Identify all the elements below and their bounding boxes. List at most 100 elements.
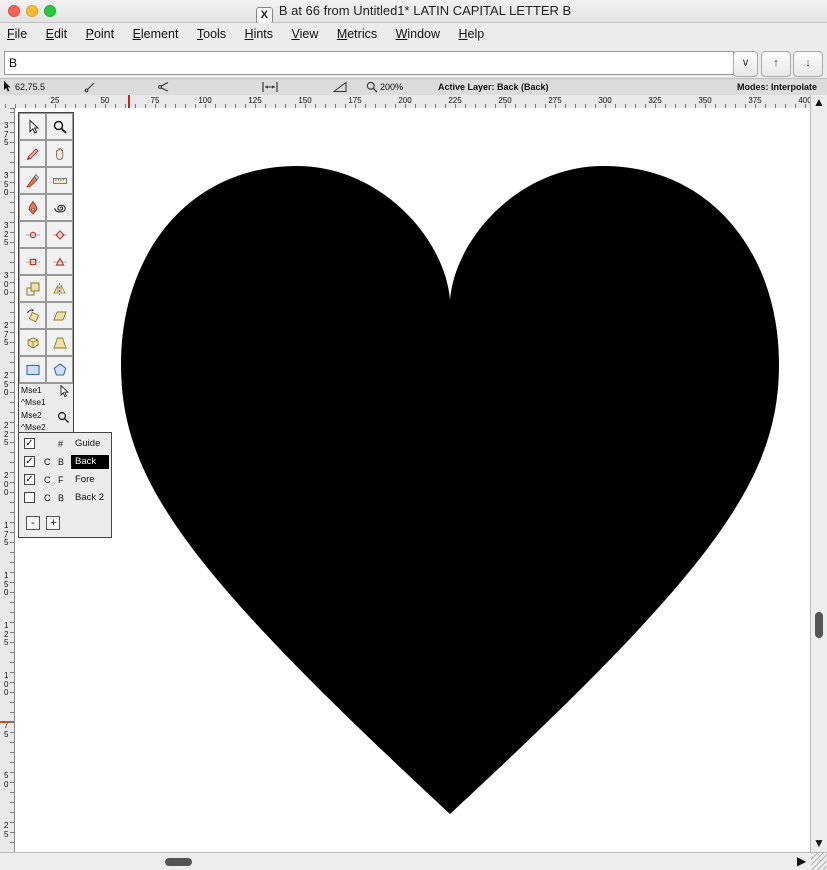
ruler-label: 25 (50, 96, 60, 105)
vertical-scrollbar[interactable]: ▲ ▼ (810, 95, 827, 852)
layer-add-remove-buttons: - + (26, 513, 111, 531)
scroll-hand-tool-button[interactable] (46, 140, 73, 167)
add-corner-point-button[interactable] (19, 248, 46, 275)
pen-tool-button[interactable] (19, 194, 46, 221)
layer-type-letter: C (44, 457, 51, 467)
active-layer-label: Active Layer: Back (Back) (438, 82, 549, 92)
horizontal-scrollbar[interactable]: ▶ (0, 852, 827, 870)
ruler-label: 100 (198, 96, 212, 105)
layer-visibility-checkbox[interactable]: ✓ (24, 438, 35, 449)
ruler-label: 375 (748, 96, 762, 105)
ruler-label: 125 (248, 96, 262, 105)
menu-tools[interactable]: Tools (190, 23, 233, 41)
add-hvcurve-point-button[interactable] (46, 221, 73, 248)
previous-glyph-button[interactable]: ↑ (761, 51, 791, 77)
freehand-tool-button[interactable] (19, 140, 46, 167)
next-glyph-button[interactable]: ↓ (793, 51, 823, 77)
magnify-tool-button[interactable] (46, 113, 73, 140)
hvcurve-point-icon (52, 229, 67, 240)
cursor-position-icon (4, 81, 11, 92)
add-tangent-point-button[interactable] (46, 248, 73, 275)
cursor-coordinates: 62,75.5 (15, 82, 46, 92)
layer-visibility-checkbox[interactable]: ✓ (24, 474, 35, 485)
ruler-label: 125 (4, 621, 9, 647)
layer-row-guide: ✓ # Guide (19, 436, 111, 454)
menu-file[interactable]: File (0, 23, 34, 41)
ruler-label: 100 (4, 671, 9, 697)
curve-point-icon (25, 231, 40, 238)
glyph-text-input[interactable] (4, 51, 734, 75)
zoom-level: 200% (380, 82, 404, 92)
skew-tool-button[interactable] (46, 302, 73, 329)
menu-element[interactable]: Element (126, 23, 186, 41)
ruler-label: 250 (498, 96, 512, 105)
pentagon-icon (53, 362, 66, 376)
vertical-ruler: 375 350 325 300 275 250 225 200 175 150 … (0, 108, 15, 852)
remove-layer-button[interactable]: - (26, 516, 40, 530)
layer-name-back2[interactable]: Back 2 (71, 491, 108, 505)
mouse-binding-mse2: Mse2 (21, 410, 42, 420)
heart-glyph-shape[interactable] (121, 166, 779, 814)
layer-type-letter: C (44, 475, 51, 485)
minimize-window-button[interactable] (26, 5, 38, 17)
spiro-tool-button[interactable] (46, 194, 73, 221)
maximize-window-button[interactable] (44, 5, 56, 17)
layer-visibility-checkbox[interactable] (24, 492, 35, 503)
scroll-right-arrow-icon[interactable]: ▶ (797, 854, 806, 868)
ruler-label: 275 (548, 96, 562, 105)
scroll-up-arrow-icon[interactable]: ▲ (813, 95, 825, 109)
glyph-canvas[interactable] (15, 108, 810, 852)
rectangle-ellipse-tool-button[interactable] (19, 356, 46, 383)
add-layer-button[interactable]: + (46, 516, 61, 530)
menu-hints[interactable]: Hints (238, 23, 280, 41)
ruler-label: 25 (4, 821, 9, 839)
perspective-tool-button[interactable] (46, 329, 73, 356)
knife-tool-button[interactable] (19, 167, 46, 194)
spiral-icon (53, 204, 66, 213)
menu-help[interactable]: Help (452, 23, 492, 41)
vertical-scroll-thumb[interactable] (815, 612, 823, 638)
add-curve-point-button[interactable] (19, 221, 46, 248)
rotate-tool-button[interactable] (19, 302, 46, 329)
ruler-label: 325 (4, 221, 9, 247)
layer-visibility-checkbox[interactable]: ✓ (24, 456, 35, 467)
flip-tool-button[interactable] (46, 275, 73, 302)
ruler-label: 175 (348, 96, 362, 105)
horizontal-ruler: 25 50 75 100 125 150 175 200 225 250 275… (0, 95, 810, 109)
ruler-label: 250 (4, 371, 9, 397)
magnify-icon (57, 411, 69, 423)
scale-icon (26, 282, 39, 295)
fontforge-glyph-window: X B at 66 from Untitled1* LATIN CAPITAL L… (0, 0, 827, 870)
pointer-icon (60, 385, 69, 398)
close-window-button[interactable] (8, 5, 20, 17)
pointer-tool-button[interactable] (19, 113, 46, 140)
scroll-down-arrow-icon[interactable]: ▼ (813, 836, 825, 850)
menu-point[interactable]: Point (79, 23, 122, 41)
ruler-tool-button[interactable] (46, 167, 73, 194)
ruler-label: 300 (598, 96, 612, 105)
ruler-label: 350 (698, 96, 712, 105)
tangent-point-icon (52, 256, 67, 266)
menu-bar: File Edit Point Element Tools Hints View… (0, 23, 827, 46)
menu-edit[interactable]: Edit (39, 23, 75, 41)
glyph-history-dropdown-button[interactable]: ∨ (733, 51, 758, 77)
rotate-3d-tool-button[interactable] (19, 329, 46, 356)
skew-icon (52, 311, 67, 320)
menu-view[interactable]: View (284, 23, 325, 41)
layer-name-back-selected[interactable]: Back (71, 455, 109, 469)
ruler-label: 150 (298, 96, 312, 105)
layer-name-guide[interactable]: Guide (71, 437, 104, 451)
ruler-label: 275 (4, 321, 9, 347)
arrow-up-icon: ↑ (773, 57, 779, 69)
horizontal-scroll-thumb[interactable] (165, 858, 192, 866)
next-point-direction-icon (158, 82, 169, 92)
layer-kind-letter: F (58, 475, 64, 485)
menu-window[interactable]: Window (389, 23, 447, 41)
menu-metrics[interactable]: Metrics (330, 23, 384, 41)
chevron-down-icon: ∨ (741, 57, 750, 69)
polygon-star-tool-button[interactable] (46, 356, 73, 383)
layer-name-fore[interactable]: Fore (71, 473, 99, 487)
hand-icon (55, 147, 63, 160)
window-resize-grip[interactable] (811, 853, 827, 870)
scale-tool-button[interactable] (19, 275, 46, 302)
